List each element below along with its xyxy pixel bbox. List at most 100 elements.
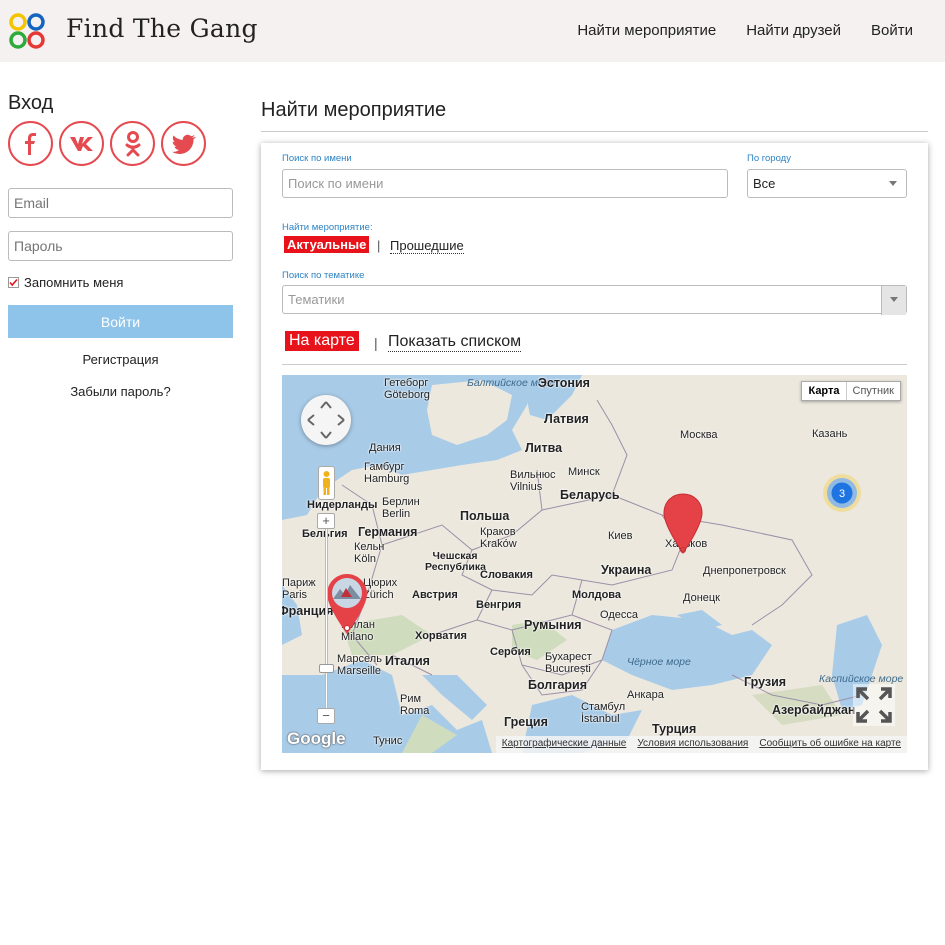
map-label: Берлин Berlin xyxy=(382,496,420,520)
search-placeholder: Поиск по имени xyxy=(288,176,384,191)
map-label: Германия xyxy=(358,525,418,539)
fullscreen-icon[interactable] xyxy=(853,684,895,726)
map-data-link[interactable]: Картографические данные xyxy=(502,738,627,753)
twitter-icon[interactable] xyxy=(161,121,206,166)
map-label: Беларусь xyxy=(560,488,620,502)
topic-label: Поиск по тематике xyxy=(282,270,365,281)
event-photo-marker-icon[interactable] xyxy=(326,573,368,635)
map-label: Киев xyxy=(608,530,633,542)
register-link[interactable]: Регистрация xyxy=(8,352,233,367)
map-label: Кельн Köln xyxy=(354,541,385,565)
top-navbar: Find The Gang Найти мероприятие Найти др… xyxy=(0,0,945,62)
remember-me[interactable]: Запомнить меня xyxy=(8,274,233,290)
map-label: Турция xyxy=(652,722,697,736)
map-label: Венгрия xyxy=(476,599,522,611)
map-type-satellite-button[interactable]: Спутник xyxy=(847,382,900,400)
title-divider xyxy=(261,131,928,132)
map-label: Литва xyxy=(525,441,563,455)
map-label: Минск xyxy=(568,466,600,478)
vk-icon[interactable] xyxy=(59,121,104,166)
map-label: Казань xyxy=(812,428,848,440)
map-label: Эстония xyxy=(538,376,590,390)
map-label: Донецк xyxy=(683,592,720,604)
map-type-map-button[interactable]: Карта xyxy=(802,382,847,400)
map-label: Греция xyxy=(504,715,548,729)
facebook-icon[interactable] xyxy=(8,121,53,166)
filter-past-tab[interactable]: Прошедшие xyxy=(390,238,464,254)
pan-control[interactable] xyxy=(301,395,351,445)
zoom-slider-track[interactable] xyxy=(325,523,328,716)
city-select[interactable]: Все xyxy=(747,169,907,198)
zoom-slider-handle[interactable] xyxy=(319,664,334,673)
map-label: Польша xyxy=(460,509,510,523)
map-label: Москва xyxy=(680,429,718,441)
map-label: Гетеборг Göteborg xyxy=(384,377,430,401)
map-label: Молдова xyxy=(572,589,622,601)
odnoklassniki-icon[interactable] xyxy=(110,121,155,166)
report-error-link[interactable]: Сообщить об ошибке на карте xyxy=(759,738,901,753)
checkmark-icon xyxy=(9,278,18,286)
nav-find-friends[interactable]: Найти друзей xyxy=(746,22,841,39)
topic-placeholder: Тематики xyxy=(288,292,345,307)
map-label: Словакия xyxy=(480,569,533,581)
login-title: Вход xyxy=(8,92,54,114)
map-label: Бухарест București xyxy=(545,651,592,675)
map-label: Болгария xyxy=(528,678,588,692)
pan-arrows-icon xyxy=(307,401,345,439)
remember-checkbox[interactable] xyxy=(8,276,19,288)
terms-link[interactable]: Условия использования xyxy=(637,738,748,753)
map-label: Чешская Республика xyxy=(425,550,486,573)
map-label: Нидерланды xyxy=(307,499,378,511)
map-label: Азербайджан xyxy=(772,703,856,717)
email-field[interactable] xyxy=(8,188,233,218)
map-label: Рим Roma xyxy=(400,693,430,717)
event-search-card: Поиск по имени Поиск по имени По городу … xyxy=(261,143,928,770)
marker-cluster-icon[interactable]: 3 xyxy=(822,473,862,513)
map-label: Днепропетровск xyxy=(703,565,786,577)
remember-label: Запомнить меня xyxy=(24,274,124,290)
filter-separator: | xyxy=(377,238,381,253)
map-label: Украина xyxy=(601,563,652,577)
view-list-tab[interactable]: Показать списком xyxy=(388,333,522,352)
view-divider xyxy=(282,364,907,365)
cluster-count: 3 xyxy=(839,488,845,500)
map-type-toggle: Карта Спутник xyxy=(801,381,901,401)
view-separator: | xyxy=(374,335,378,351)
password-field[interactable] xyxy=(8,231,233,261)
map-label: Чёрное море xyxy=(627,656,691,668)
zoom-in-button[interactable]: + xyxy=(317,513,335,529)
events-map[interactable]: Балтийское море Чёрное море Каспийское м… xyxy=(282,375,907,753)
filter-current-tab[interactable]: Актуальные xyxy=(284,236,370,253)
view-map-tab[interactable]: На карте xyxy=(285,331,359,351)
city-label: По городу xyxy=(747,153,791,164)
social-login xyxy=(8,121,233,166)
map-label: Италия xyxy=(385,654,430,668)
map-label: Дания xyxy=(369,442,401,454)
search-label: Поиск по имени xyxy=(282,153,352,164)
nav-find-event[interactable]: Найти мероприятие xyxy=(577,22,716,39)
map-label: Стамбул İstanbul xyxy=(581,701,626,725)
filter-label: Найти мероприятие: xyxy=(282,222,373,233)
topic-select[interactable]: Тематики xyxy=(282,285,907,315)
event-marker-icon[interactable] xyxy=(663,493,703,555)
zoom-out-button[interactable]: − xyxy=(317,708,335,724)
map-label: Париж Paris xyxy=(282,577,316,601)
chevron-down-icon xyxy=(890,297,898,302)
nav-login[interactable]: Войти xyxy=(871,22,913,39)
map-label: Краков Kraków xyxy=(480,526,517,550)
map-label: Сербия xyxy=(490,646,531,658)
map-label: Румыния xyxy=(524,618,582,632)
map-label: Цюрих Zürich xyxy=(363,577,398,601)
login-submit-button[interactable]: Войти xyxy=(8,305,233,338)
topic-dropdown-button[interactable] xyxy=(881,286,906,315)
street-view-pegman-icon[interactable] xyxy=(318,466,335,500)
brand-title[interactable]: Find The Gang xyxy=(66,14,258,43)
main-nav: Найти мероприятие Найти друзей Войти xyxy=(577,22,913,39)
city-value: Все xyxy=(753,176,776,191)
logo-icon[interactable] xyxy=(8,12,46,50)
search-input[interactable]: Поиск по имени xyxy=(282,169,728,198)
forgot-password-link[interactable]: Забыли пароль? xyxy=(8,384,233,399)
google-logo: Google xyxy=(287,729,346,748)
page-title: Найти мероприятие xyxy=(261,99,447,121)
map-label: Латвия xyxy=(544,412,589,426)
